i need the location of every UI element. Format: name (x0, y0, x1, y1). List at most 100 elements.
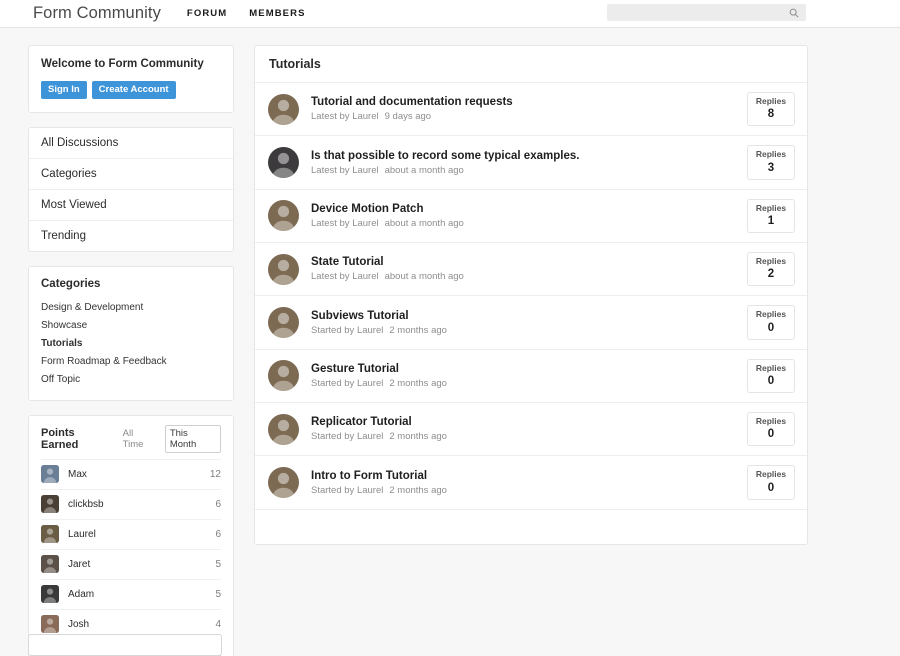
sign-in-button[interactable]: Sign In (41, 81, 87, 99)
avatar (268, 414, 299, 445)
categories-title: Categories (41, 278, 221, 290)
nav-members[interactable]: MEMBERS (249, 8, 305, 19)
thread-row[interactable]: State TutorialLatest by Laurelabout a mo… (255, 243, 807, 296)
leaderboard-row[interactable]: Laurel6 (41, 519, 221, 549)
welcome-title: Welcome to Form Community (41, 58, 221, 70)
sidebar-item-categories[interactable]: Categories (29, 159, 233, 190)
avatar (268, 200, 299, 231)
avatar (268, 147, 299, 178)
categories-list: Design & DevelopmentShowcaseTutorialsFor… (41, 299, 221, 389)
thread-title[interactable]: Tutorial and documentation requests (311, 96, 747, 108)
welcome-card: Welcome to Form Community Sign In Create… (28, 45, 234, 113)
thread-row[interactable]: Gesture TutorialStarted by Laurel2 month… (255, 350, 807, 403)
category-item-off-topic[interactable]: Off Topic (41, 371, 221, 389)
thread-activity: Latest by Laurel (311, 271, 379, 282)
thread-meta: Started by Laurel2 months ago (311, 325, 747, 336)
thread-list-header: Tutorials (255, 46, 807, 83)
thread-row[interactable]: Subviews Tutorial Started by Laurel2 mont… (255, 296, 807, 349)
replies-label: Replies (748, 97, 794, 106)
categories-card: Categories Design & DevelopmentShowcaseT… (28, 266, 234, 401)
replies-count: 2 (748, 268, 794, 280)
thread-title[interactable]: Is that possible to record some typical … (311, 150, 747, 162)
discussion-nav-card: All DiscussionsCategoriesMost ViewedTren… (28, 127, 234, 252)
thread-activity: Started by Laurel (311, 485, 383, 496)
points-tab-all-time[interactable]: All Time (120, 426, 159, 452)
replies-badge: Replies2 (747, 252, 795, 286)
page-body: Welcome to Form Community Sign In Create… (0, 28, 900, 656)
search-box[interactable] (607, 4, 806, 21)
replies-badge: Replies0 (747, 359, 795, 393)
brand-title: Form Community (33, 4, 161, 23)
sidebar: Welcome to Form Community Sign In Create… (28, 45, 234, 656)
thread-title[interactable]: Device Motion Patch (311, 203, 747, 215)
thread-timestamp: 9 days ago (385, 111, 431, 122)
leaderboard-row[interactable]: Jaret5 (41, 549, 221, 579)
thread-title[interactable]: Replicator Tutorial (311, 416, 747, 428)
sidebar-item-all-discussions[interactable]: All Discussions (29, 128, 233, 159)
thread-row[interactable]: Is that possible to record some typical … (255, 136, 807, 189)
thread-body: Intro to Form Tutorial Started by Laurel2… (311, 470, 747, 496)
leaderboard-user-name: clickbsb (68, 499, 215, 510)
points-header: Points Earned All Time This Month (41, 425, 221, 453)
leaderboard-row[interactable]: Adam5 (41, 579, 221, 609)
replies-badge: Replies3 (747, 145, 795, 179)
thread-title[interactable]: Gesture Tutorial (311, 363, 747, 375)
avatar (268, 467, 299, 498)
sidebar-item-most-viewed[interactable]: Most Viewed (29, 190, 233, 221)
points-card: Points Earned All Time This Month Max12c… (28, 415, 234, 656)
category-item-form-roadmap-feedback[interactable]: Form Roadmap & Feedback (41, 353, 221, 371)
search-icon[interactable] (786, 4, 802, 21)
thread-meta: Started by Laurel2 months ago (311, 485, 747, 496)
leaderboard-score: 6 (215, 529, 221, 540)
thread-timestamp: about a month ago (385, 218, 464, 229)
leaderboard-score: 5 (215, 559, 221, 570)
replies-label: Replies (748, 310, 794, 319)
thread-row[interactable]: Intro to Form Tutorial Started by Laurel2… (255, 456, 807, 509)
leaderboard-score: 12 (210, 469, 221, 480)
avatar (41, 465, 59, 483)
thread-timestamp: 2 months ago (389, 431, 447, 442)
leaderboard-score: 6 (215, 499, 221, 510)
top-header: Form Community FORUM MEMBERS (0, 0, 900, 28)
replies-badge: Replies8 (747, 92, 795, 126)
thread-title[interactable]: State Tutorial (311, 256, 747, 268)
leaderboard-row[interactable]: Max12 (41, 459, 221, 489)
create-account-button[interactable]: Create Account (92, 81, 176, 99)
replies-badge: Replies 0 (747, 305, 795, 339)
thread-title[interactable]: Subviews Tutorial (311, 310, 747, 322)
points-tab-this-month[interactable]: This Month (165, 425, 221, 453)
thread-body: Device Motion PatchLatest by Laurelabout… (311, 203, 747, 229)
points-title: Points Earned (41, 427, 114, 451)
bottom-overlay-panel (28, 634, 222, 656)
replies-label: Replies (748, 470, 794, 479)
leaderboard-row[interactable]: clickbsb6 (41, 489, 221, 519)
nav-forum[interactable]: FORUM (187, 8, 227, 19)
main-column: Tutorials Tutorial and documentation req… (254, 45, 808, 559)
auth-buttons: Sign In Create Account (41, 81, 221, 99)
replies-count: 3 (748, 162, 794, 174)
thread-row[interactable]: Replicator Tutorial Started by Laurel 2 mo… (255, 403, 807, 456)
replies-label: Replies (748, 364, 794, 373)
thread-body: Gesture TutorialStarted by Laurel2 month… (311, 363, 747, 389)
thread-list-footer (255, 510, 807, 544)
leaderboard-user-name: Max (68, 469, 210, 480)
thread-title[interactable]: Intro to Form Tutorial (311, 470, 747, 482)
leaderboard-user-name: Josh (68, 619, 215, 630)
sidebar-item-trending[interactable]: Trending (29, 221, 233, 251)
avatar (268, 307, 299, 338)
replies-label: Replies (748, 417, 794, 426)
replies-count: 1 (748, 215, 794, 227)
thread-activity: Started by Laurel (311, 431, 383, 442)
category-item-showcase[interactable]: Showcase (41, 317, 221, 335)
thread-list-card: Tutorials Tutorial and documentation req… (254, 45, 808, 545)
thread-timestamp: 2 months ago (389, 378, 447, 389)
thread-activity: Latest by Laurel (311, 111, 379, 122)
category-item-tutorials[interactable]: Tutorials (41, 335, 221, 353)
search-input[interactable] (607, 4, 786, 21)
thread-row[interactable]: Tutorial and documentation requests Lates… (255, 83, 807, 136)
thread-meta: Latest by Laurelabout a month ago (311, 165, 747, 176)
thread-list: Tutorial and documentation requests Lates… (255, 83, 807, 510)
category-item-design-development[interactable]: Design & Development (41, 299, 221, 317)
replies-count: 0 (748, 322, 794, 334)
thread-row[interactable]: Device Motion PatchLatest by Laurelabout… (255, 190, 807, 243)
